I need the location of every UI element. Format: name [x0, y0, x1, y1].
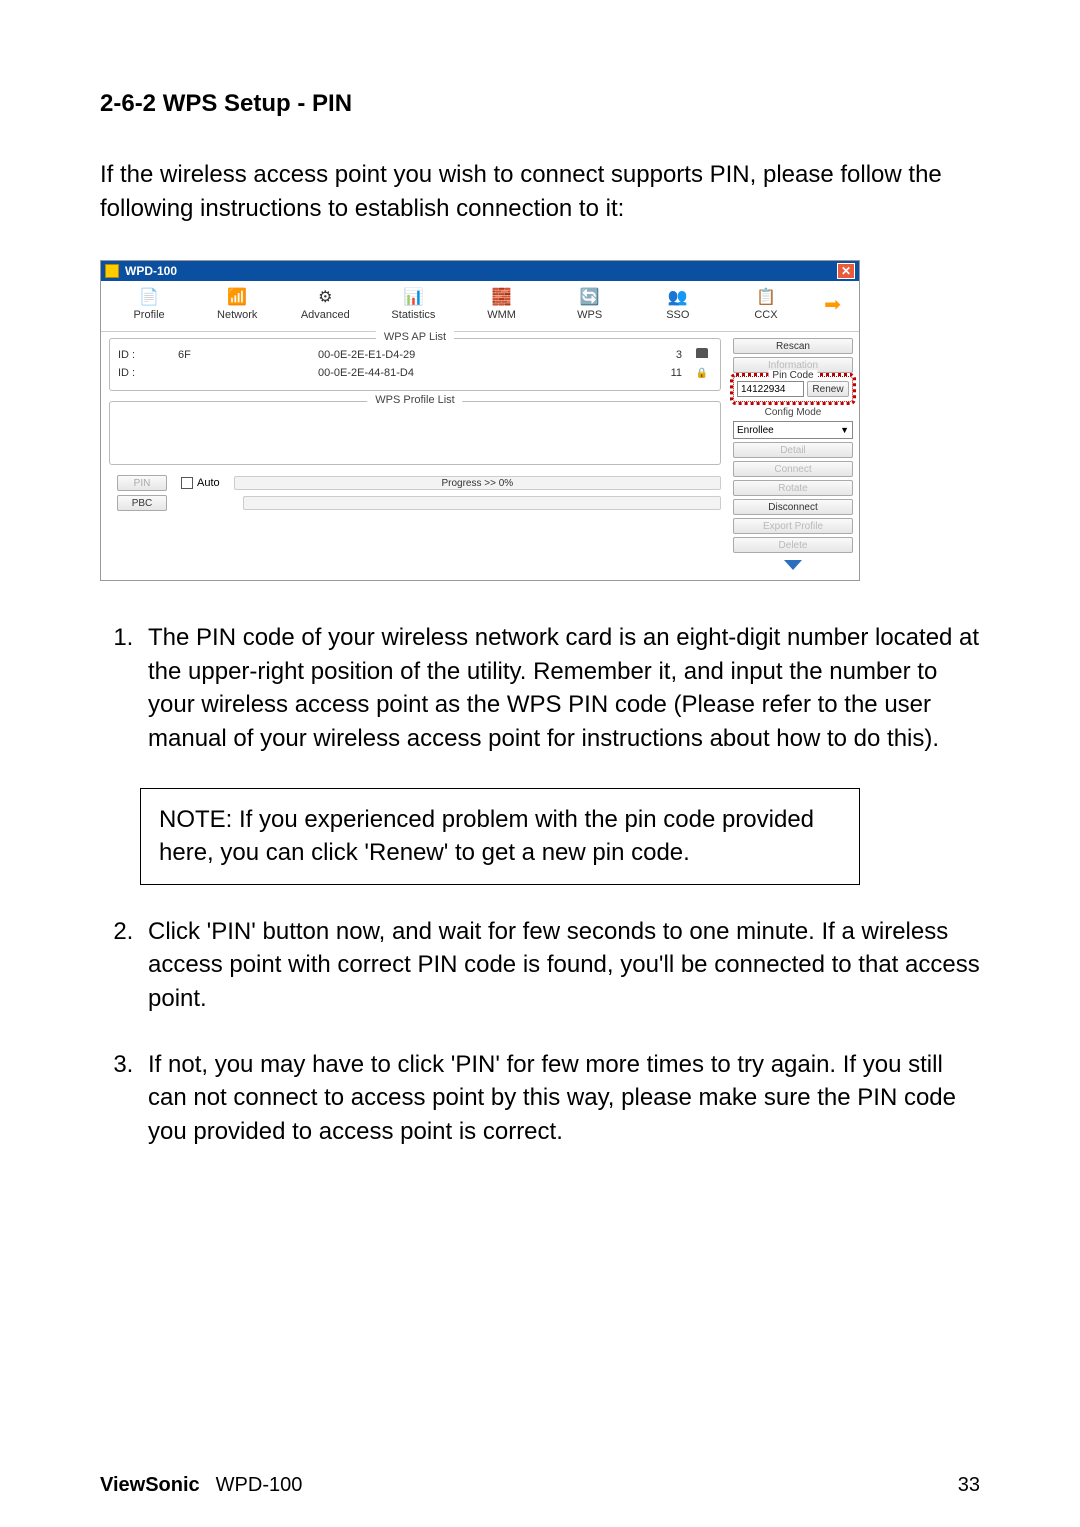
tab-label: CCX — [754, 309, 777, 321]
intro-paragraph: If the wireless access point you wish to… — [100, 158, 980, 225]
tab-wmm[interactable]: WMM — [472, 287, 532, 321]
pin-code-group: Pin Code 14122934 Renew — [733, 376, 853, 402]
rescan-button[interactable]: Rescan — [733, 338, 853, 354]
footer-model: WPD-100 — [216, 1474, 303, 1497]
wmm-icon — [490, 287, 514, 307]
auto-checkbox[interactable]: Auto — [181, 477, 220, 489]
ap-mac: 00-0E-2E-44-81-D4 — [318, 367, 652, 379]
tab-sso[interactable]: SSO — [648, 287, 708, 321]
section-heading: 2-6-2 WPS Setup - PIN — [100, 90, 980, 118]
app-icon — [105, 264, 119, 278]
wps-ap-list-group: WPS AP List ID : 6F 00-0E-2E-E1-D4-29 3 … — [109, 338, 721, 391]
advanced-icon — [313, 287, 337, 307]
window-titlebar: WPD-100 ✕ — [101, 261, 859, 281]
tab-bar: Profile Network Advanced Statistics WMM … — [101, 281, 859, 332]
signal-icon — [692, 348, 712, 361]
group-legend: WPS AP List — [376, 331, 454, 343]
delete-button[interactable]: Delete — [733, 537, 853, 553]
tab-label: Statistics — [391, 309, 435, 321]
tab-ccx[interactable]: CCX — [736, 287, 796, 321]
pin-code-field[interactable]: 14122934 — [737, 381, 804, 397]
step-3: If not, you may have to click 'PIN' for … — [140, 1048, 980, 1149]
tab-advanced[interactable]: Advanced — [295, 287, 355, 321]
footer-brand: ViewSonic — [100, 1474, 200, 1497]
tab-wps[interactable]: WPS — [560, 287, 620, 321]
steps-list: The PIN code of your wireless network ca… — [100, 621, 980, 755]
steps-list-cont: Click 'PIN' button now, and wait for few… — [100, 915, 980, 1149]
group-legend: WPS Profile List — [367, 394, 462, 406]
tab-label: Network — [217, 309, 257, 321]
wps-profile-list-group: WPS Profile List — [109, 401, 721, 465]
progress-bar: Progress >> 0% — [234, 476, 721, 490]
app-window: WPD-100 ✕ Profile Network Advanced Stati… — [100, 260, 860, 581]
tab-profile[interactable]: Profile — [119, 287, 179, 321]
profile-icon — [137, 287, 161, 307]
step-1: The PIN code of your wireless network ca… — [140, 621, 980, 755]
window-title: WPD-100 — [125, 264, 177, 278]
tab-label: WPS — [577, 309, 602, 321]
tab-label: WMM — [487, 309, 516, 321]
ccx-icon — [754, 287, 778, 307]
network-icon — [225, 287, 249, 307]
ap-mac: 00-0E-2E-E1-D4-29 — [318, 349, 652, 361]
config-mode-select[interactable]: Enrollee ▼ — [733, 421, 853, 439]
ap-id-label: ID : — [118, 349, 178, 361]
tabs-next-icon[interactable]: ➡ — [824, 292, 841, 317]
ap-name: 6F — [178, 349, 318, 361]
pin-code-legend: Pin Code — [768, 370, 817, 381]
disconnect-button[interactable]: Disconnect — [733, 499, 853, 515]
renew-button[interactable]: Renew — [807, 381, 849, 397]
export-profile-button[interactable]: Export Profile — [733, 518, 853, 534]
select-value: Enrollee — [737, 425, 774, 436]
page-number: 33 — [958, 1474, 980, 1497]
profile-list-body — [118, 408, 712, 456]
rotate-button[interactable]: Rotate — [733, 480, 853, 496]
wps-icon — [578, 287, 602, 307]
step-2: Click 'PIN' button now, and wait for few… — [140, 915, 980, 1016]
config-mode-label: Config Mode — [733, 407, 853, 418]
auto-label: Auto — [197, 477, 220, 489]
statistics-icon — [401, 287, 425, 307]
page-footer: ViewSonic WPD-100 33 — [100, 1474, 980, 1497]
detail-button[interactable]: Detail — [733, 442, 853, 458]
tab-label: Advanced — [301, 309, 350, 321]
side-panel: Rescan Information Pin Code 14122934 Ren… — [729, 332, 859, 580]
tab-label: Profile — [133, 309, 164, 321]
chevron-down-icon: ▼ — [840, 425, 849, 435]
close-icon[interactable]: ✕ — [837, 263, 855, 279]
pbc-button[interactable]: PBC — [117, 495, 167, 511]
ap-list-row[interactable]: ID : 00-0E-2E-44-81-D4 11 — [118, 364, 712, 382]
expand-down-icon[interactable] — [784, 560, 802, 570]
ap-channel: 11 — [652, 367, 692, 379]
sso-icon — [666, 287, 690, 307]
ap-channel: 3 — [652, 349, 692, 361]
status-bar — [243, 496, 721, 510]
tab-network[interactable]: Network — [207, 287, 267, 321]
tab-statistics[interactable]: Statistics — [383, 287, 443, 321]
connect-button[interactable]: Connect — [733, 461, 853, 477]
lock-icon — [692, 367, 712, 379]
ap-list-row[interactable]: ID : 6F 00-0E-2E-E1-D4-29 3 — [118, 345, 712, 364]
tab-label: SSO — [666, 309, 689, 321]
ap-id-label: ID : — [118, 367, 178, 379]
pin-button[interactable]: PIN — [117, 475, 167, 491]
note-box: NOTE: If you experienced problem with th… — [140, 788, 860, 885]
checkbox-icon — [181, 477, 193, 489]
